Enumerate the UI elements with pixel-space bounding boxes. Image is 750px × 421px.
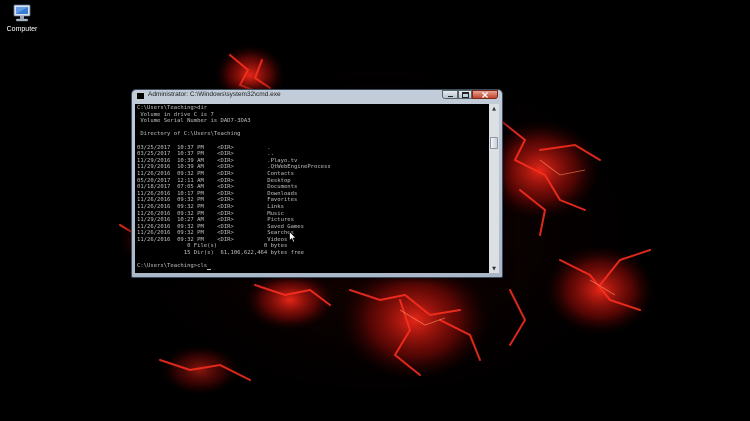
console-line: 11/26/2016 10:17 PM <DIR> Downloads [137, 190, 298, 197]
computer-icon [13, 4, 31, 22]
console-line: Volume Serial Number is DAD7-3DA3 [140, 118, 251, 125]
console-text: C:\Users\Teaching>dir Volume in drive C … [135, 104, 489, 270]
console-line: Directory of C:\Users\Teaching [140, 131, 241, 138]
scrollbar-thumb[interactable] [490, 137, 498, 149]
text-cursor [207, 268, 212, 270]
cmd-app-icon [136, 92, 145, 100]
desktop-icon-computer[interactable]: Computer [4, 4, 40, 33]
console-line: 11/26/2016 09:32 PM <DIR> Videos [137, 236, 288, 243]
maximize-icon [461, 91, 469, 98]
minimize-button[interactable] [442, 90, 458, 99]
scroll-down-arrow-icon[interactable]: ▼ [489, 264, 499, 273]
console-line: 11/26/2016 09:32 PM <DIR> Contacts [137, 170, 294, 177]
vertical-scrollbar[interactable]: ▲ ▼ [489, 104, 499, 273]
console-line: 03/25/2017 10:37 PM <DIR> . [137, 144, 271, 151]
console-line: 11/29/2016 10:39 AM <DIR> .QtWebEnginePr… [137, 164, 331, 171]
console-line: 0 File(s) 0 bytes [187, 243, 288, 250]
console-output[interactable]: C:\Users\Teaching>dir Volume in drive C … [135, 104, 489, 273]
minimize-icon [447, 95, 453, 97]
console-line: 03/25/2017 10:37 PM <DIR> .. [137, 151, 274, 158]
console-line: 11/26/2016 09:32 PM <DIR> Favorites [137, 197, 298, 204]
console-line: 11/26/2016 09:32 PM <DIR> Links [137, 203, 284, 210]
console-line: 11/29/2016 10:27 AM <DIR> Pictures [137, 217, 294, 224]
console-line: C:\Users\Teaching>dir [137, 105, 208, 111]
window-title: Administrator: C:\Windows\system32\cmd.e… [148, 91, 281, 98]
console-line: 15 Dir(s) 61,106,622,464 bytes free [183, 250, 304, 257]
scroll-up-arrow-icon[interactable]: ▲ [489, 104, 499, 113]
close-icon [482, 91, 488, 98]
cmd-window[interactable]: Administrator: C:\Windows\system32\cmd.e… [131, 89, 503, 278]
console-line: 11/26/2016 09:32 PM <DIR> Music [137, 210, 284, 217]
console-line: 11/26/2016 09:32 PM <DIR> Saved Games [137, 223, 304, 230]
console-line: 11/26/2016 09:32 PM <DIR> Searches [137, 230, 294, 237]
desktop-icon-label: Computer [6, 26, 38, 33]
console-prompt[interactable]: C:\Users\Teaching>cls [137, 263, 207, 269]
console-line: 05/20/2017 12:11 AM <DIR> Desktop [137, 177, 291, 184]
title-bar[interactable]: Administrator: C:\Windows\system32\cmd.e… [132, 90, 502, 103]
mouse-pointer-icon [289, 231, 297, 243]
maximize-button[interactable] [458, 90, 472, 99]
console-line: 11/29/2016 10:39 AM <DIR> .Playo.tv [137, 157, 298, 164]
console-line: Volume in drive C is 7 [140, 111, 214, 118]
console-line: 01/18/2017 07:05 AM <DIR> Documents [137, 184, 298, 191]
close-button[interactable] [472, 90, 498, 99]
